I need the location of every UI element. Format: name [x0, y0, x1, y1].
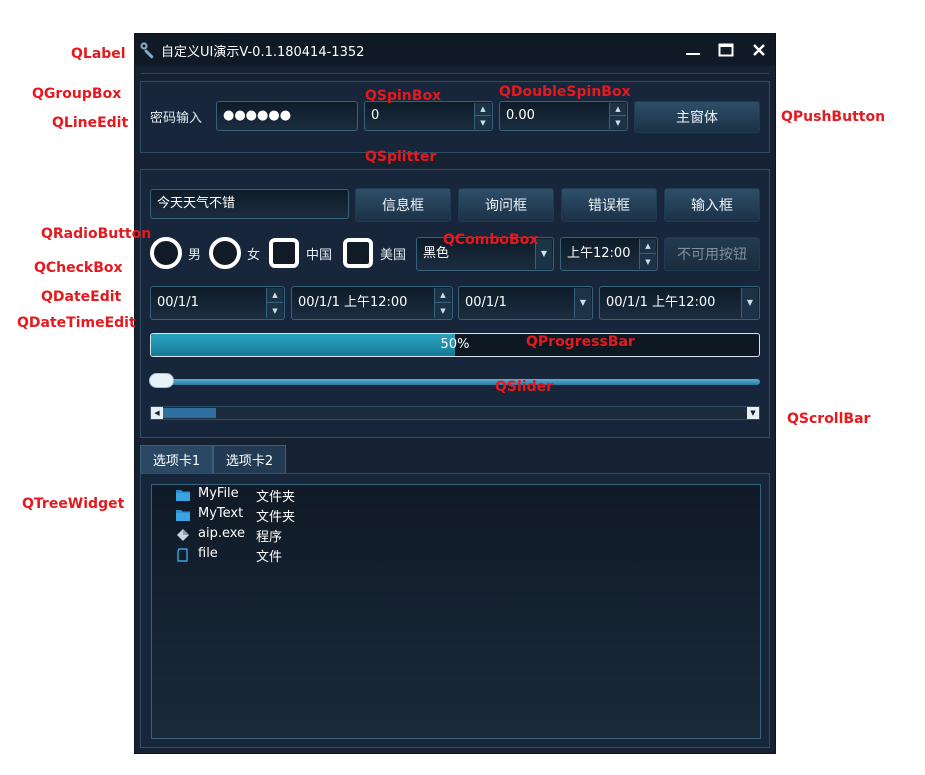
tab-1[interactable]: 选项卡1 [140, 445, 213, 473]
radio-female[interactable] [209, 237, 241, 269]
info-dialog-button[interactable]: 信息框 [355, 188, 451, 222]
datetime-edit-popup[interactable]: 00/1/1 上午12:00 ▼ [599, 286, 760, 320]
date-dropdown-icon[interactable]: ▼ [574, 288, 591, 318]
window-title: 自定义UI演示V-0.1.180414-1352 [161, 45, 365, 60]
tree-item[interactable]: MyText 文件夹 [152, 505, 760, 525]
error-dialog-button[interactable]: 错误框 [561, 188, 657, 222]
title-bar[interactable]: 自定义UI演示V-0.1.180414-1352 [135, 34, 775, 66]
tree-item[interactable]: file 文件 [152, 545, 760, 565]
checkbox-usa[interactable] [343, 238, 373, 268]
radio-male-label[interactable]: 男 [188, 244, 201, 263]
executable-icon [177, 529, 189, 541]
radio-female-label[interactable]: 女 [247, 244, 260, 263]
divider [141, 73, 769, 74]
scrollbar-handle[interactable] [163, 408, 216, 418]
annotation-qgroupbox: QGroupBox [32, 86, 122, 102]
group-box-login: 密码输入 ●●●●●● 0 ▲ ▼ 0.00 ▲ ▼ 主窗体 [140, 81, 770, 153]
spin-down-icon[interactable]: ▼ [475, 116, 491, 129]
input-dialog-button[interactable]: 输入框 [664, 188, 760, 222]
double-spin-down-icon[interactable]: ▼ [610, 116, 626, 129]
annotation-qslider: QSlider [495, 379, 554, 395]
annotation-qlabel: QLabel [71, 46, 126, 62]
checkbox-usa-label[interactable]: 美国 [380, 244, 406, 263]
datetime-edit-value: 00/1/1 上午12:00 [298, 295, 408, 310]
progress-bar-text: 50% [440, 337, 470, 352]
spin-box[interactable]: 0 ▲ ▼ [364, 101, 493, 131]
annotation-qdateedit: QDateEdit [41, 289, 122, 305]
tree-item-type: 文件 [256, 550, 283, 565]
date-edit-popup-value: 00/1/1 [465, 295, 507, 310]
combo-selected-value: 黑色 [423, 246, 450, 261]
double-spin-box-value: 0.00 [506, 108, 535, 123]
scroll-left-icon[interactable]: ◀ [151, 407, 163, 419]
minimize-icon[interactable] [683, 40, 703, 60]
tree-item-name: aip.exe [198, 526, 246, 541]
time-down-icon[interactable]: ▼ [640, 254, 656, 269]
checkbox-china-label[interactable]: 中国 [306, 244, 332, 263]
text-input[interactable]: 今天天气不错 [150, 189, 349, 219]
group-box-controls: 今天天气不错 信息框 询问框 错误框 输入框 男 女 中国 美国 黑色 ▼ 上午… [140, 169, 770, 438]
date-edit-buttons[interactable]: ▲ ▼ [266, 288, 283, 318]
annotation-qlineedit: QLineEdit [52, 115, 129, 131]
annotation-qspinbox: QSpinBox [365, 88, 442, 104]
tree-item-type: 程序 [256, 530, 283, 545]
date-edit-popup[interactable]: 00/1/1 ▼ [458, 286, 593, 320]
annotation-qcombobox: QComboBox [443, 232, 539, 248]
annotation-qcheckbox: QCheckBox [34, 260, 123, 276]
password-field[interactable]: ●●●●●● [216, 101, 358, 131]
annotation-qprogressbar: QProgressBar [526, 334, 635, 350]
time-edit-buttons[interactable]: ▲ ▼ [639, 239, 656, 269]
folder-icon [176, 490, 190, 501]
annotation-qscrollbar: QScrollBar [787, 411, 871, 427]
scroll-right-icon[interactable]: ▼ [747, 407, 759, 419]
annotation-qdoublespinbox: QDoubleSpinBox [499, 84, 631, 100]
datetime-dropdown-icon[interactable]: ▼ [741, 288, 758, 318]
slider-groove[interactable] [150, 379, 760, 385]
tree-item-name: MyFile [198, 486, 239, 501]
datetime-edit-popup-value: 00/1/1 上午12:00 [606, 295, 716, 310]
date-down-icon[interactable]: ▼ [267, 303, 283, 318]
wrench-icon [140, 42, 154, 59]
main-window-button[interactable]: 主窗体 [634, 101, 760, 133]
annotation-qsplitter: QSplitter [365, 149, 437, 165]
time-edit[interactable]: 上午12:00 ▲ ▼ [560, 237, 658, 271]
annotation-qtreewidget: QTreeWidget [22, 496, 125, 512]
datetime-edit-buttons[interactable]: ▲ ▼ [434, 288, 451, 318]
tree-item-name: MyText [198, 506, 244, 521]
file-icon [177, 548, 188, 562]
main-window: 自定义UI演示V-0.1.180414-1352 密码输入 ●●●●●● 0 ▲… [135, 34, 775, 753]
spin-box-value: 0 [371, 108, 380, 123]
question-dialog-button[interactable]: 询问框 [458, 188, 554, 222]
tree-item[interactable]: MyFile 文件夹 [152, 485, 760, 505]
tree-item-type: 文件夹 [256, 510, 296, 525]
progress-bar: 50% [150, 333, 760, 357]
annotation-qdatetimeedit: QDateTimeEdit [17, 315, 136, 331]
folder-icon [176, 510, 190, 521]
double-spin-box[interactable]: 0.00 ▲ ▼ [499, 101, 628, 131]
spin-box-buttons[interactable]: ▲ ▼ [474, 103, 491, 129]
horizontal-scrollbar[interactable]: ◀ ▼ [150, 406, 760, 420]
date-edit[interactable]: 00/1/1 ▲ ▼ [150, 286, 285, 320]
password-label: 密码输入 [150, 111, 203, 126]
tree-item-name: file [198, 546, 218, 561]
date-edit-value: 00/1/1 [157, 295, 199, 310]
close-icon[interactable] [749, 40, 769, 60]
tab-pane: MyFile 文件夹 MyText 文件夹 aip.exe 程序 file 文件 [140, 473, 770, 748]
datetime-edit[interactable]: 00/1/1 上午12:00 ▲ ▼ [291, 286, 453, 320]
disabled-button: 不可用按钮 [664, 237, 760, 271]
maximize-icon[interactable] [716, 40, 736, 60]
tree-item[interactable]: aip.exe 程序 [152, 525, 760, 545]
datetime-down-icon[interactable]: ▼ [435, 303, 451, 318]
tree-widget[interactable]: MyFile 文件夹 MyText 文件夹 aip.exe 程序 file 文件 [151, 484, 761, 739]
slider-handle[interactable] [150, 374, 173, 387]
double-spin-box-buttons[interactable]: ▲ ▼ [609, 103, 626, 129]
tree-item-type: 文件夹 [256, 490, 296, 505]
time-edit-value: 上午12:00 [567, 246, 631, 261]
radio-male[interactable] [150, 237, 182, 269]
checkbox-china[interactable] [269, 238, 299, 268]
annotation-qpushbutton: QPushButton [781, 109, 886, 125]
annotation-qradiobutton: QRadioButton [41, 226, 152, 242]
tab-2[interactable]: 选项卡2 [213, 445, 286, 473]
